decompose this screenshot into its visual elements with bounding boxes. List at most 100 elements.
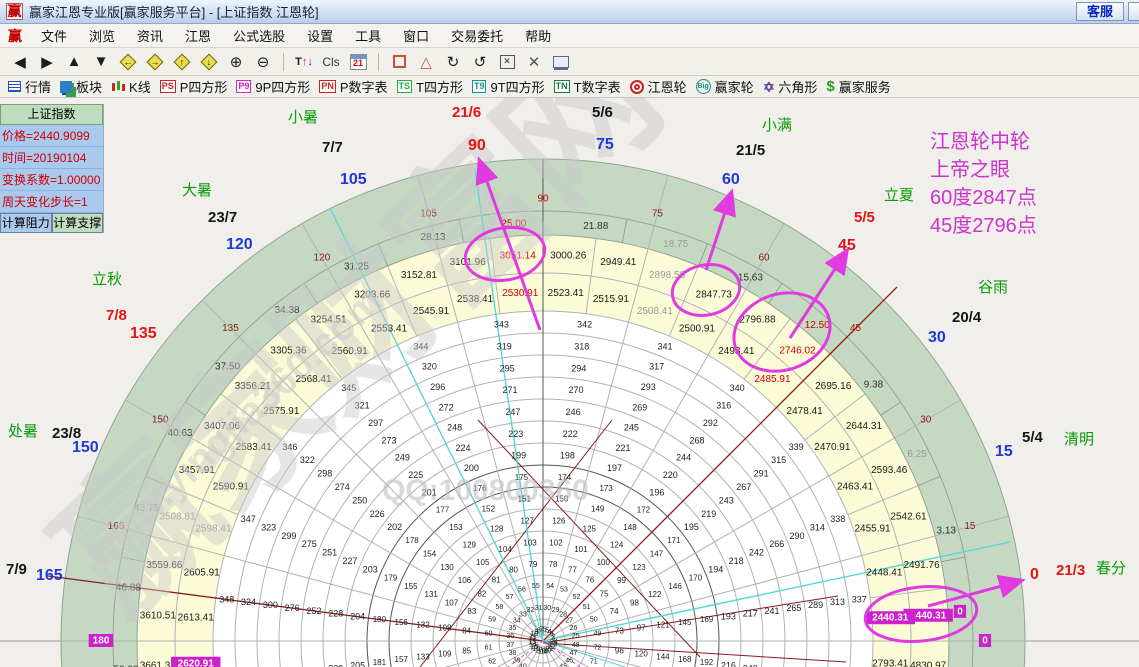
menu-item-3[interactable]: 资讯	[126, 26, 174, 45]
price-outer-label: 2542.61	[890, 511, 927, 522]
degree-label: 30	[920, 415, 932, 426]
kline[interactable]: K线	[111, 77, 151, 96]
calc-support-button[interactable]: 计算支撑	[51, 213, 103, 233]
wheel-outer-label: 15	[995, 443, 1013, 460]
p-number-table-label: P数字表	[339, 80, 388, 95]
p-number-table[interactable]: PN P数字表	[319, 77, 388, 96]
spiral-number: 50	[590, 616, 598, 623]
menu-item-5[interactable]: 公式选股	[222, 26, 296, 45]
wheel-outer-label: 0	[1030, 566, 1039, 583]
quote-rows: 价格=2440.9099 时间=20190104 变换系数=1.00000 周天变化步…	[0, 125, 103, 213]
spiral-number: 221	[615, 443, 630, 453]
calendar-icon[interactable]: 21	[346, 51, 370, 73]
screen-icon[interactable]	[549, 51, 573, 73]
gann-wheel[interactable]: 江恩轮	[629, 77, 687, 96]
spiral-number: 82	[477, 590, 486, 599]
menu-item-2[interactable]: 浏览	[78, 26, 126, 45]
spiral-number: 274	[335, 482, 350, 492]
spiral-number: 300	[263, 600, 278, 610]
p-square[interactable]: PS P四方形	[159, 77, 228, 96]
spiral-number: 97	[637, 624, 646, 633]
price-inner-label: 2463.41	[837, 482, 874, 493]
spiral-number: 265	[786, 603, 801, 613]
winner-service[interactable]: $ 赢家服务	[826, 77, 890, 96]
spiral-number: 196	[649, 488, 664, 498]
quote-panel: 上证指数 价格=2440.9099 时间=20190104 变换系数=1.00000…	[0, 104, 104, 233]
spiral-number: 108	[438, 624, 452, 633]
clear-box-glyph: ✕	[499, 54, 515, 69]
spiral-number: 199	[511, 451, 526, 461]
partial-button[interactable]: 讠	[1128, 2, 1139, 21]
spiral-number: 249	[395, 453, 410, 463]
sectors[interactable]: 板块	[60, 77, 102, 96]
spiral-number: 220	[663, 470, 678, 480]
wheel-outer-label: 处暑	[8, 423, 39, 440]
spiral-number: 53	[560, 587, 568, 594]
crosshair-icon[interactable]: ✕	[522, 51, 546, 73]
hexagon[interactable]: ✡ 六角形	[763, 77, 818, 96]
9p-square[interactable]: P9 9P四方形	[236, 77, 310, 96]
spiral-number: 32	[526, 607, 534, 614]
spiral-number: 224	[456, 443, 471, 453]
calc-resistance-button[interactable]: 计算阻力	[0, 213, 52, 233]
rotate-ccw-icon[interactable]: ↺	[468, 51, 492, 73]
quote-row-4: 周天变化步长=1	[0, 191, 103, 213]
menu-item-6[interactable]: 设置	[296, 26, 344, 45]
pointer-down-icon[interactable]: ▼	[89, 51, 113, 73]
spiral-number: 148	[623, 523, 637, 532]
degree-label: 75	[652, 209, 664, 220]
spiral-number: 244	[676, 453, 691, 463]
spiral-number: 102	[549, 538, 563, 547]
spiral-number: 314	[810, 522, 825, 532]
zoom-in-icon[interactable]: ⊕	[224, 51, 248, 73]
prev-icon[interactable]: ◀	[8, 51, 32, 73]
t-number-table[interactable]: TN T数字表	[553, 77, 621, 96]
menu-item-9[interactable]: 交易委托	[440, 26, 514, 45]
shift-up-icon[interactable]: ↑	[170, 51, 194, 73]
spiral-number: 195	[684, 522, 699, 532]
shift-right-icon[interactable]: →	[143, 51, 167, 73]
spiral-number: 200	[464, 463, 479, 473]
triangle-tool-icon[interactable]: △	[414, 51, 438, 73]
spiral-number: 338	[830, 514, 845, 524]
wheel-outer-label: 小暑	[288, 109, 319, 126]
price-inner-label: 2448.41	[866, 568, 903, 579]
winner-wheel[interactable]: Big 赢家轮	[695, 77, 754, 96]
price-inner-label: 2500.91	[679, 323, 716, 334]
customer-service-button[interactable]: 客服	[1075, 2, 1124, 21]
9p-square-label: 9P四方形	[255, 80, 311, 95]
time-updown-icon[interactable]: T ↑ ↓	[292, 51, 316, 73]
gann-wheel-icon	[629, 79, 644, 94]
menu-item-7[interactable]: 工具	[344, 26, 392, 45]
menu-item-8[interactable]: 窗口	[392, 26, 440, 45]
rotate-cw-icon[interactable]: ↻	[441, 51, 465, 73]
spiral-number: 57	[506, 594, 514, 601]
spiral-number: 342	[577, 320, 592, 330]
gann-wheel-chart-area[interactable]: 0153045607590105120135150165180195210225…	[0, 98, 1139, 667]
menu-item-10[interactable]: 帮助	[514, 26, 562, 45]
zoom-out-icon[interactable]: ⊖	[251, 51, 275, 73]
application-window: 赢 赢家江恩专业版[赢家服务平台] - [上证指数 江恩轮] 客服 讠 赢 文件…	[0, 0, 1139, 667]
cls-button[interactable]: Cls	[319, 51, 343, 73]
9t-square[interactable]: T9 9T四方形	[471, 77, 545, 96]
menu-item-4[interactable]: 江恩	[174, 26, 222, 45]
spiral-number: 154	[423, 549, 437, 558]
spiral-number: 315	[771, 455, 786, 465]
market-quotes[interactable]: 行情	[8, 77, 51, 96]
pointer-up-icon[interactable]: ▲	[62, 51, 86, 73]
price-inner-label: 2613.41	[178, 613, 215, 624]
square-tool-icon[interactable]	[387, 51, 411, 73]
spiral-number: 75	[600, 590, 609, 599]
clear-box-icon[interactable]: ✕	[495, 51, 519, 73]
shift-down-icon[interactable]: ↓	[197, 51, 221, 73]
sectors-icon	[60, 80, 73, 93]
shift-left-icon[interactable]: ←	[116, 51, 140, 73]
menu-item-1[interactable]: 文件	[30, 26, 78, 45]
p-square-label: P四方形	[179, 80, 228, 95]
annotation-text-block: 江恩轮中轮 上帝之眼 60度2847点 45度2796点	[930, 128, 1037, 240]
spiral-number: 123	[632, 563, 646, 572]
degree-label: 15	[964, 521, 976, 532]
t-square[interactable]: TS T四方形	[396, 77, 463, 96]
spiral-number: 28	[559, 611, 567, 618]
next-icon[interactable]: ▶	[35, 51, 59, 73]
